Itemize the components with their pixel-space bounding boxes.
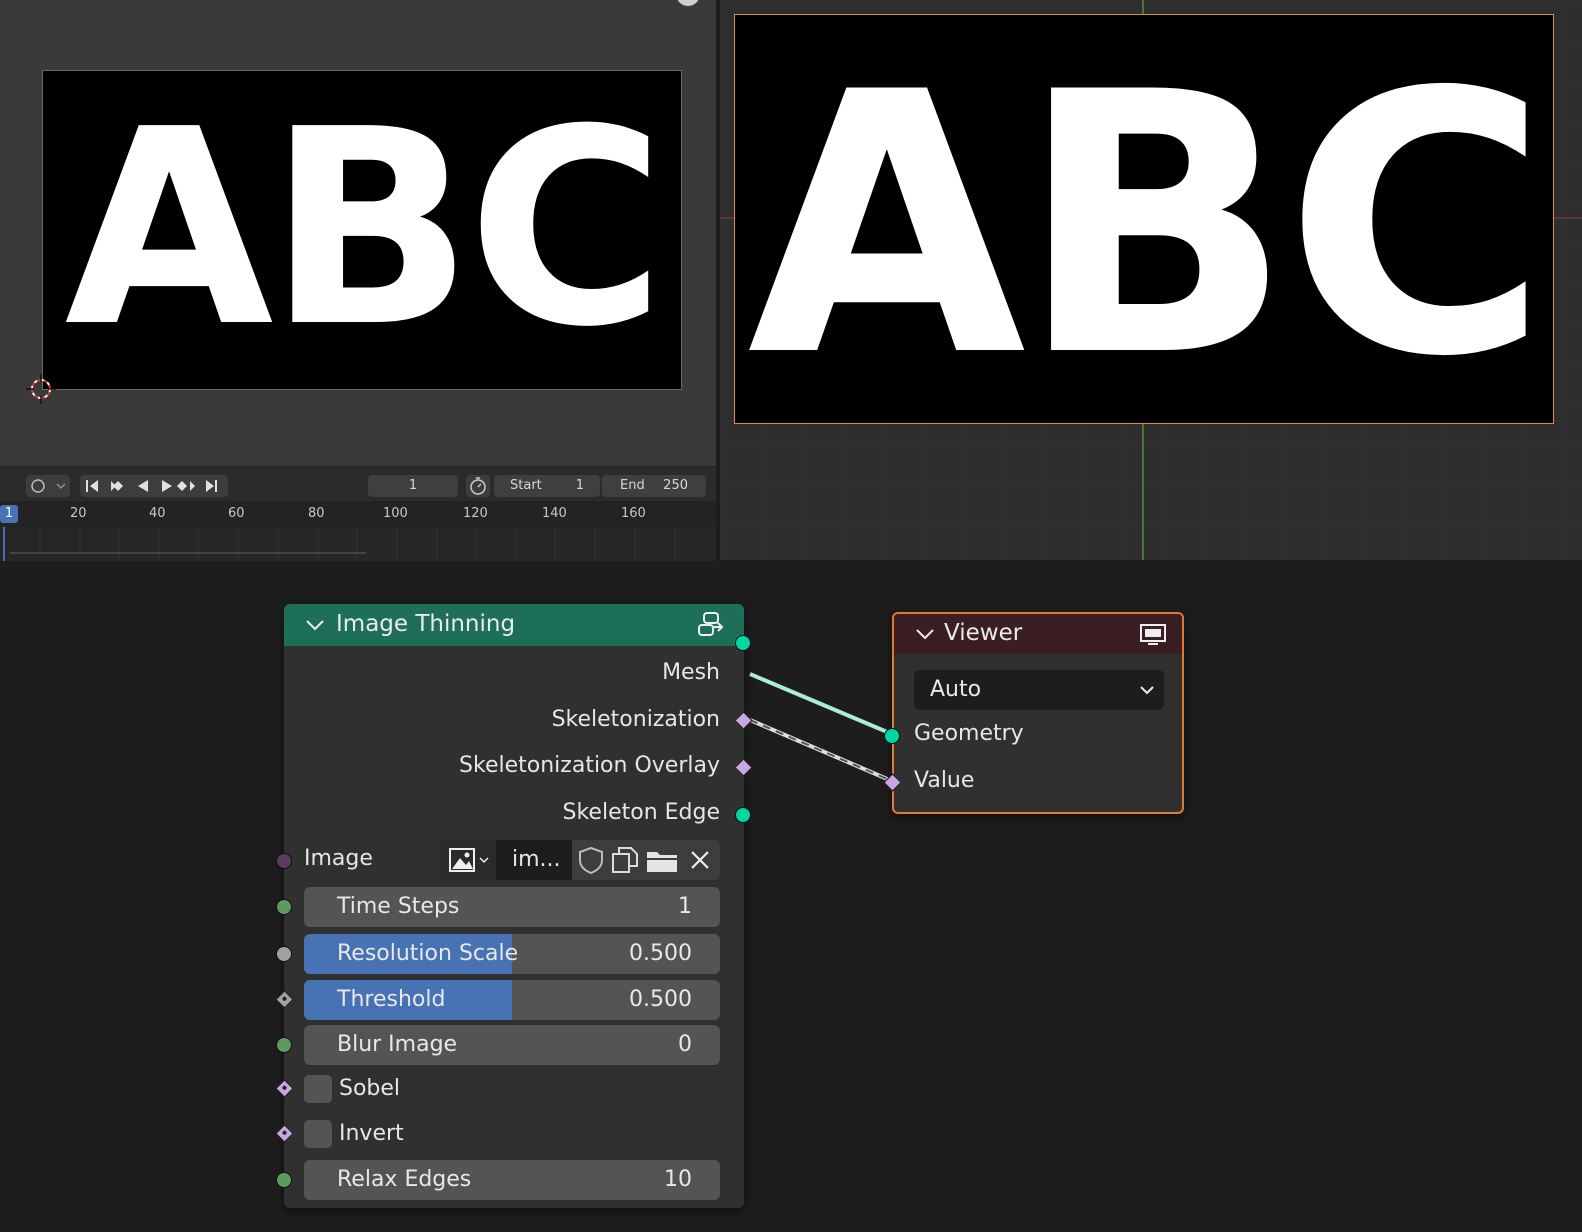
3d-viewport[interactable]: ABC: [0, 0, 716, 466]
start-value: 1: [575, 478, 584, 493]
node-header[interactable]: Viewer: [894, 614, 1182, 654]
input-socket-relax-edges[interactable]: [276, 1172, 292, 1188]
invert-checkbox[interactable]: [304, 1120, 332, 1148]
node-header[interactable]: Image Thinning: [284, 604, 744, 646]
blur-image-field[interactable]: Blur Image 0: [304, 1025, 720, 1065]
play-icon: [162, 480, 172, 492]
ruler-tick: 140: [542, 506, 567, 521]
node-editor[interactable]: Image Thinning Mesh Skeletonization Skel…: [0, 562, 1582, 1232]
duplicate-icon[interactable]: [608, 844, 642, 876]
unlink-close-icon[interactable]: [684, 844, 716, 876]
node-links: [749, 672, 893, 783]
node-group-icon[interactable]: [696, 610, 728, 640]
relax-edges-field[interactable]: Relax Edges 10: [304, 1160, 720, 1200]
chevron-down-icon: [1140, 686, 1154, 695]
image-thinning-node[interactable]: Image Thinning Mesh Skeletonization Skel…: [275, 604, 753, 1208]
image-plane[interactable]: ABC: [42, 70, 682, 390]
collapse-chevron-icon[interactable]: [914, 625, 936, 643]
resolution-scale-slider[interactable]: Resolution Scale 0.500: [304, 934, 720, 974]
ruler-tick: 40: [149, 506, 166, 521]
output-skeleton-edge-label: Skeleton Edge: [562, 800, 721, 825]
timeline-editor[interactable]: 1 Start 1 End 250 1 20 40 60 80 100 120 …: [0, 466, 716, 561]
input-socket-blur-image[interactable]: [276, 1037, 292, 1053]
threshold-label: Threshold: [337, 987, 446, 1012]
input-socket-image[interactable]: [276, 853, 292, 869]
next-keyframe-icon: [177, 481, 195, 491]
end-value: 250: [663, 478, 688, 493]
input-socket-geometry[interactable]: [884, 728, 900, 744]
playhead-frame-badge[interactable]: 1: [0, 505, 18, 523]
image-browse-button[interactable]: [440, 840, 496, 880]
value-input-label: Value: [914, 768, 975, 793]
input-socket-resolution-scale[interactable]: [276, 946, 292, 962]
record-icon: [31, 479, 66, 493]
end-label: End: [620, 478, 645, 493]
end-frame-field[interactable]: End 250: [602, 475, 706, 497]
keying-menu-button[interactable]: [26, 475, 70, 497]
threshold-slider[interactable]: Threshold 0.500: [304, 980, 720, 1020]
threshold-value: 0.500: [629, 987, 692, 1012]
ruler-tick: 80: [308, 506, 325, 521]
time-steps-value: 1: [678, 894, 692, 919]
output-mesh-label: Mesh: [662, 660, 720, 685]
node-title: Image Thinning: [336, 611, 516, 637]
collapse-chevron-icon[interactable]: [304, 616, 326, 634]
ruler-tick: 20: [70, 506, 87, 521]
timeline-channel-area[interactable]: [0, 527, 716, 561]
resolution-scale-value: 0.500: [629, 941, 692, 966]
navigation-gizmo-handle[interactable]: [676, 0, 700, 6]
stopwatch-icon: [470, 477, 486, 495]
jump-start-icon: [86, 480, 98, 492]
playback-controls[interactable]: [80, 475, 228, 497]
3d-cursor-icon[interactable]: [26, 374, 56, 404]
blur-image-label: Blur Image: [337, 1032, 458, 1057]
ruler-tick: 100: [383, 506, 408, 521]
viewer-node[interactable]: Viewer Auto Geometry Value: [883, 612, 1184, 814]
prev-keyframe-icon: [111, 481, 123, 491]
image-editor-viewport[interactable]: ABC: [720, 0, 1582, 560]
output-socket-skeleton-edge[interactable]: [735, 807, 751, 823]
sobel-checkbox[interactable]: [304, 1075, 332, 1103]
start-label: Start: [510, 478, 542, 493]
resolution-scale-label: Resolution Scale: [337, 941, 519, 966]
output-socket-mesh[interactable]: [735, 635, 751, 651]
blur-image-value: 0: [678, 1032, 692, 1057]
ruler-tick: 60: [228, 506, 245, 521]
image-name-field[interactable]: im...: [496, 840, 572, 880]
plane-image-text: ABC: [64, 71, 666, 386]
time-steps-field[interactable]: Time Steps 1: [304, 887, 720, 927]
folder-icon[interactable]: [644, 844, 680, 876]
start-frame-field[interactable]: Start 1: [494, 475, 600, 497]
output-skeletonization-label: Skeletonization: [551, 707, 720, 732]
playback-timer-button[interactable]: [466, 475, 490, 497]
relax-edges-value: 10: [664, 1167, 692, 1192]
link-mesh-to-geometry: [749, 672, 893, 736]
input-socket-time-steps[interactable]: [276, 899, 292, 915]
image-name: im...: [512, 847, 561, 872]
ruler-tick: 120: [463, 506, 488, 521]
domain-select-value: Auto: [930, 677, 982, 702]
viewer-monitor-icon[interactable]: [1138, 622, 1168, 648]
image-datablock-selector[interactable]: im...: [440, 840, 720, 880]
node-title: Viewer: [944, 620, 1023, 646]
output-skeletonization-overlay-label: Skeletonization Overlay: [459, 753, 720, 778]
geometry-input-label: Geometry: [914, 721, 1024, 746]
plane-image-text: ABC: [747, 16, 1548, 424]
jump-end-icon: [206, 480, 217, 492]
current-frame-field[interactable]: 1: [368, 475, 458, 497]
image-icon: [449, 848, 489, 872]
invert-label: Invert: [339, 1121, 404, 1146]
relax-edges-label: Relax Edges: [337, 1167, 472, 1192]
image-input-label: Image: [304, 846, 373, 871]
frame-ruler[interactable]: 1 20 40 60 80 100 120 140 160: [0, 501, 716, 527]
fake-user-shield-icon[interactable]: [574, 844, 608, 876]
time-steps-label: Time Steps: [337, 894, 460, 919]
domain-select[interactable]: Auto: [914, 670, 1164, 710]
play-reverse-icon: [138, 480, 148, 492]
sobel-label: Sobel: [339, 1076, 401, 1101]
ruler-tick: 160: [621, 506, 646, 521]
selected-image-plane[interactable]: ABC: [734, 14, 1554, 424]
